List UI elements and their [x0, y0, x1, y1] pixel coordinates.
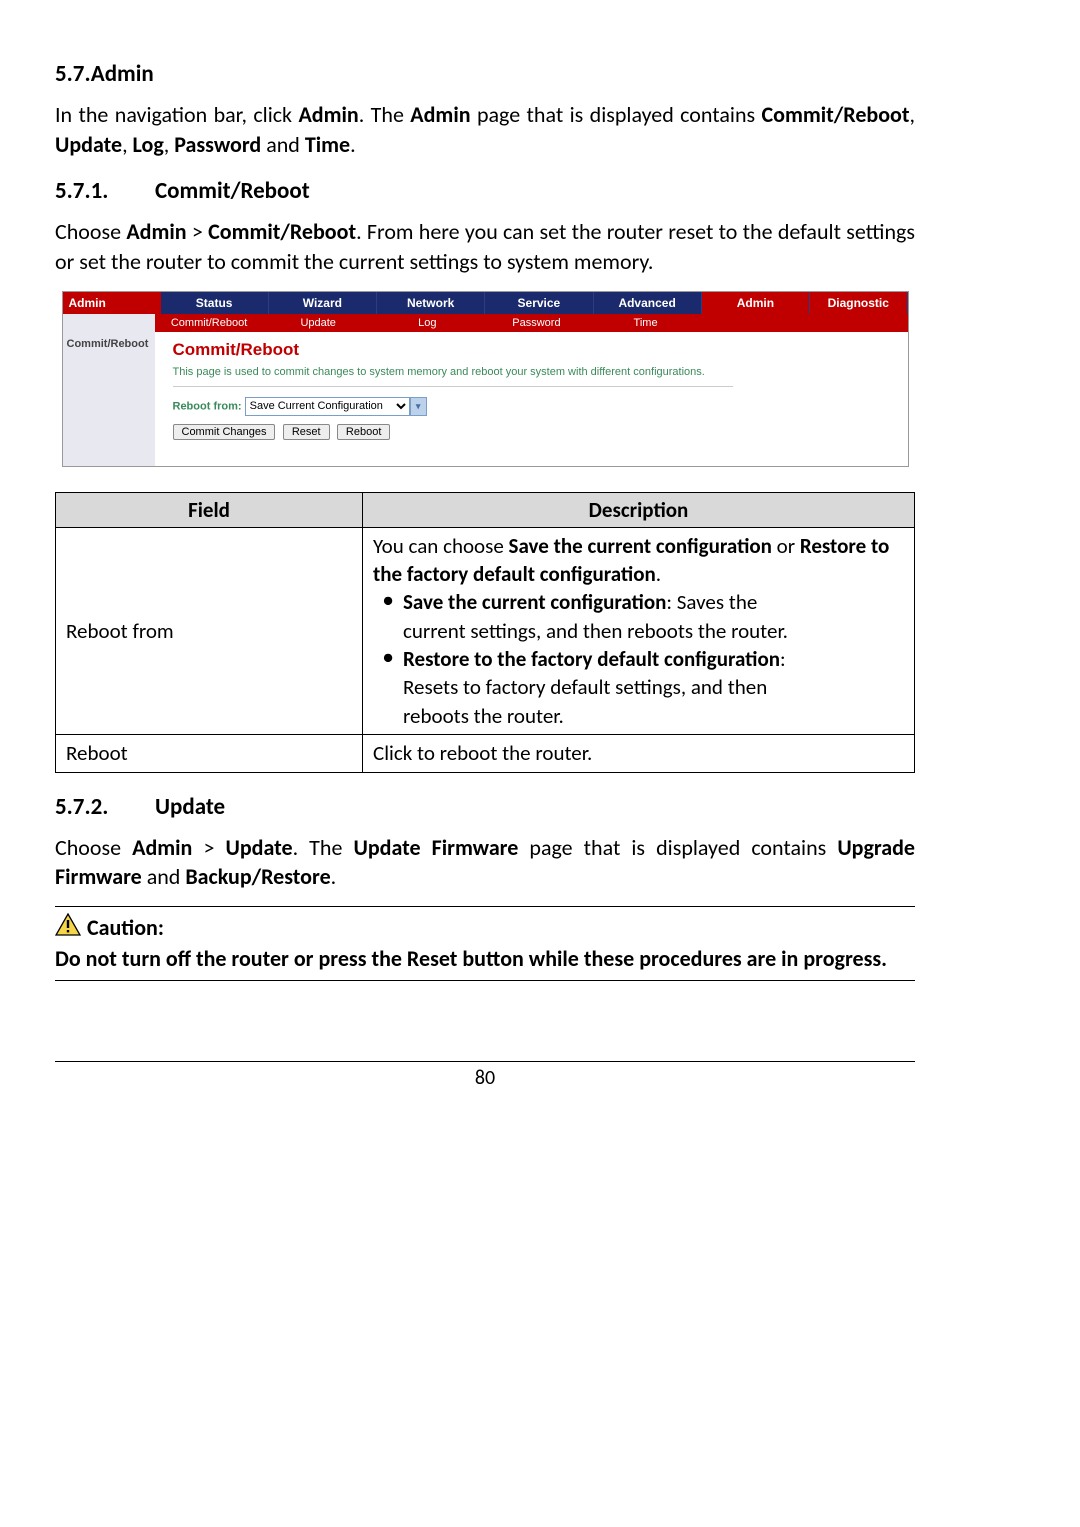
table-row: Reboot from You can choose Save the curr…	[56, 527, 915, 734]
th-description: Description	[363, 492, 915, 527]
router-screenshot: Admin Status Wizard Network Service Adva…	[62, 291, 909, 467]
table-row: Reboot Click to reboot the router.	[56, 735, 915, 772]
tab-advanced[interactable]: Advanced	[594, 292, 702, 314]
subsection-heading: 5.7.2.Update	[55, 793, 915, 821]
panel-title: Commit/Reboot	[173, 340, 890, 360]
tab-wizard[interactable]: Wizard	[269, 292, 377, 314]
section-num: 5.7.	[55, 60, 91, 88]
subsection-num: 5.7.2.	[55, 793, 155, 821]
cell-field: Reboot from	[56, 527, 363, 734]
intro-paragraph: In the navigation bar, click Admin. The …	[55, 100, 915, 159]
subsection-heading: 5.7.1.Commit/Reboot	[55, 177, 915, 205]
button-row: Commit Changes Reset Reboot	[173, 424, 890, 440]
subtab-commit[interactable]: Commit/Reboot	[155, 314, 264, 332]
tab-status[interactable]: Status	[161, 292, 269, 314]
subsection-title: Update	[155, 793, 225, 821]
side-item-commit[interactable]: Commit/Reboot	[63, 336, 155, 352]
caution-label: Caution:	[87, 914, 164, 941]
reset-button[interactable]: Reset	[283, 424, 330, 440]
reboot-button[interactable]: Reboot	[337, 424, 390, 440]
bullet-icon: ●	[373, 645, 403, 673]
nav-left-label: Admin	[63, 292, 161, 314]
caution-body: Do not turn off the router or press the …	[55, 944, 915, 974]
subsection-num: 5.7.1.	[55, 177, 155, 205]
bullet-item: ● Restore to the factory default configu…	[373, 645, 904, 673]
warning-icon	[55, 913, 81, 942]
reboot-from-row: Reboot from: Save Current Configuration …	[173, 397, 890, 416]
panel-desc: This page is used to commit changes to s…	[173, 366, 733, 387]
reboot-from-select[interactable]: Save Current Configuration	[245, 397, 410, 416]
subtab-password[interactable]: Password	[482, 314, 591, 332]
tab-diagnostic[interactable]: Diagnostic	[810, 292, 908, 314]
side-nav: Commit/Reboot	[63, 332, 155, 466]
section-title: Admin	[91, 60, 154, 88]
section-heading: 5.7.Admin	[55, 60, 915, 88]
cell-desc: You can choose Save the current configur…	[363, 527, 915, 734]
tab-service[interactable]: Service	[485, 292, 593, 314]
cell-desc: Click to reboot the router.	[363, 735, 915, 772]
cell-field: Reboot	[56, 735, 363, 772]
sub1-paragraph: Choose Admin > Commit/Reboot. From here …	[55, 217, 915, 276]
caution-heading: Caution:	[55, 913, 915, 942]
bullet-item: ● Save the current configuration: Saves …	[373, 588, 904, 616]
subtab-time[interactable]: Time	[591, 314, 700, 332]
nav-top: Status Wizard Network Service Advanced A…	[161, 292, 908, 314]
subsection-title: Commit/Reboot	[155, 177, 310, 205]
subtab-log[interactable]: Log	[373, 314, 482, 332]
description-table: Field Description Reboot from You can ch…	[55, 492, 915, 773]
reboot-from-label: Reboot from:	[173, 400, 242, 412]
page-number: 80	[55, 1061, 915, 1090]
sub2-paragraph: Choose Admin > Update. The Update Firmwa…	[55, 833, 915, 892]
chevron-down-icon[interactable]: ▾	[410, 397, 427, 416]
subtab-update[interactable]: Update	[264, 314, 373, 332]
main-panel: Commit/Reboot This page is used to commi…	[155, 332, 908, 466]
commit-changes-button[interactable]: Commit Changes	[173, 424, 276, 440]
tab-admin[interactable]: Admin	[702, 292, 810, 314]
th-field: Field	[56, 492, 363, 527]
bullet-icon: ●	[373, 588, 403, 616]
tab-network[interactable]: Network	[377, 292, 485, 314]
nav-sub: Commit/Reboot Update Log Password Time	[155, 314, 908, 332]
